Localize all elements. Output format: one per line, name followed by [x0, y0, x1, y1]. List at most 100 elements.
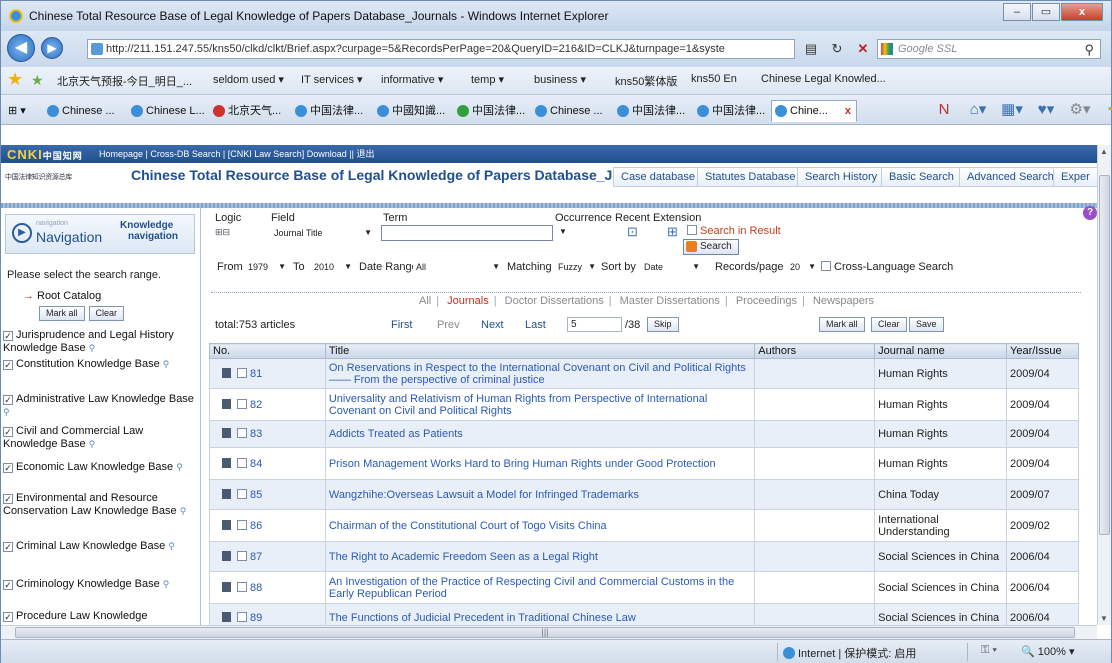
fav-item[interactable]: Chinese Legal Knowled... — [761, 73, 886, 85]
search-icon[interactable]: ⚲ — [3, 407, 10, 417]
sidebar-item-civil-commercial[interactable]: ✓ Civil and Commercial Law Knowledge Base… — [3, 425, 197, 451]
scroll-thumb[interactable] — [1099, 175, 1110, 535]
help-icon[interactable]: ✚ — [1101, 98, 1112, 122]
article-link[interactable]: An Investigation of the Practice of Resp… — [329, 576, 734, 600]
document-icon[interactable] — [222, 398, 231, 409]
tab[interactable]: 中国法律... — [693, 100, 766, 122]
fav-item[interactable]: IT services ▾ — [301, 73, 363, 86]
hscroll-thumb[interactable]: ||| — [15, 627, 1075, 638]
skip-button[interactable]: Skip — [647, 317, 679, 332]
sidebar-item-administrative[interactable]: ✓ Administrative Law Knowledge Base ⚲ — [3, 393, 197, 419]
checkbox[interactable] — [237, 398, 247, 409]
tab-expert-search[interactable]: Exper — [1053, 167, 1097, 187]
refresh-icon[interactable]: ↻ — [827, 39, 847, 59]
cat-all[interactable]: All — [419, 295, 431, 307]
next-link[interactable]: Next — [481, 319, 504, 331]
occurrence-select[interactable]: ▼ — [559, 227, 567, 236]
checkbox[interactable]: ✓ — [3, 612, 13, 622]
back-button[interactable]: ◀ — [7, 34, 35, 62]
to-year-select[interactable]: 2010 ▼ — [311, 260, 355, 276]
address-bar[interactable]: http://211.151.247.55/kns50/clkd/clkt/Br… — [87, 39, 795, 59]
tab[interactable]: Chinese ... — [43, 100, 116, 122]
tab[interactable]: Chinese L... — [127, 100, 206, 122]
add-remove-row-icon[interactable]: ⊞⊟ — [215, 227, 230, 238]
tab-search-history[interactable]: Search History — [797, 167, 886, 187]
article-link[interactable]: Chairman of the Constitutional Court of … — [329, 520, 607, 532]
favorites-star-icon[interactable]: ★ — [7, 69, 23, 90]
close-button[interactable]: x — [1061, 3, 1103, 21]
tab-active[interactable]: Chine... x — [771, 100, 857, 122]
article-link[interactable]: Prison Management Works Hard to Bring Hu… — [329, 458, 716, 470]
scroll-up-icon[interactable]: ▲ — [1100, 147, 1108, 156]
save-button[interactable]: Save — [909, 317, 944, 332]
tab[interactable]: 北京天气... — [209, 100, 282, 122]
restore-button[interactable]: ▭ — [1032, 3, 1060, 21]
tools-gear-icon[interactable]: ⚙▾ — [1067, 98, 1093, 122]
forward-button[interactable]: ▶ — [41, 37, 63, 59]
prev-link[interactable]: Prev — [437, 319, 460, 331]
search-icon[interactable]: ⚲ — [163, 579, 170, 589]
cross-language-search[interactable]: Cross-Language Search — [821, 261, 953, 273]
checkbox[interactable] — [821, 261, 831, 271]
from-year-select[interactable]: 1979 ▼ — [245, 260, 289, 276]
document-icon[interactable] — [222, 488, 231, 499]
checkbox[interactable] — [237, 581, 247, 592]
checkbox[interactable]: ✓ — [3, 463, 13, 473]
navigation-box[interactable]: ▶ navigation Navigation Knowledge navigat… — [5, 214, 195, 254]
tab-statutes-database[interactable]: Statutes Database — [697, 167, 804, 187]
tab[interactable]: 中國知識... — [373, 100, 446, 122]
sidebar-item-criminology[interactable]: ✓ Criminology Knowledge Base ⚲ — [3, 578, 197, 591]
knowledge-navigation-label[interactable]: Knowledge navigation — [120, 220, 178, 242]
fav-item[interactable]: informative ▾ — [381, 73, 443, 86]
fav-item[interactable]: business ▾ — [534, 73, 586, 86]
cat-newspapers[interactable]: Newspapers — [813, 295, 874, 307]
checkbox[interactable] — [237, 550, 247, 561]
checkbox[interactable] — [237, 519, 247, 530]
help-question-icon[interactable]: ? — [1083, 206, 1097, 220]
checkbox[interactable] — [237, 611, 247, 622]
sidebar-item-economic[interactable]: ✓ Economic Law Knowledge Base ⚲ — [3, 461, 197, 474]
checkbox[interactable]: ✓ — [3, 580, 13, 590]
fav-item[interactable]: kns50 En — [691, 73, 737, 85]
article-link[interactable]: The Right to Academic Freedom Seen as a … — [329, 551, 598, 563]
document-icon[interactable] — [222, 367, 231, 378]
close-tab-icon[interactable]: x — [845, 101, 851, 121]
article-link[interactable]: On Reservations in Respect to the Intern… — [329, 362, 746, 386]
search-icon[interactable]: ⚲ — [163, 359, 170, 369]
recent-terms-icon[interactable]: ⊡ — [627, 224, 638, 240]
security-zone[interactable]: Internet | 保护模式: 启用 — [783, 645, 916, 661]
sidebar-item-jurisprudence[interactable]: ✓ Jurisprudence and Legal History Knowled… — [3, 329, 197, 355]
search-icon[interactable]: ⚲ — [180, 506, 187, 516]
site-nav-links[interactable]: Homepage | Cross-DB Search | [CNKI Law S… — [99, 145, 374, 163]
cat-doctor-dissertations[interactable]: Doctor Dissertations — [505, 295, 604, 307]
quick-tabs-icon[interactable]: ⊞ ▾ — [3, 100, 27, 122]
sidebar-item-environmental[interactable]: ✓ Environmental and Resource Conservation… — [3, 492, 197, 518]
document-icon[interactable] — [222, 519, 231, 530]
sidebar-mark-all-button[interactable]: Mark all — [39, 306, 85, 321]
search-icon[interactable]: ⚲ — [1084, 41, 1094, 59]
article-link[interactable]: The Functions of Judicial Precedent in T… — [329, 612, 636, 624]
tab-case-database[interactable]: Case database — [613, 167, 703, 187]
cat-master-dissertations[interactable]: Master Dissertations — [620, 295, 720, 307]
search-icon[interactable]: ⚲ — [89, 439, 96, 449]
sidebar-clear-button[interactable]: Clear — [88, 306, 125, 321]
mark-all-button[interactable]: Mark all — [819, 317, 865, 332]
checkbox[interactable]: ✓ — [3, 360, 13, 370]
checkbox[interactable] — [687, 225, 697, 235]
tab[interactable]: Chinese ... — [531, 100, 604, 122]
add-favorite-icon[interactable]: ★ — [31, 72, 44, 89]
n-icon[interactable]: N — [931, 98, 957, 122]
field-select[interactable]: Journal Title ▼ — [271, 226, 375, 242]
search-button[interactable]: Search — [683, 239, 739, 255]
fav-item[interactable]: temp ▾ — [471, 73, 504, 86]
tab-basic-search[interactable]: Basic Search — [881, 167, 962, 187]
checkbox[interactable] — [237, 428, 247, 438]
article-link[interactable]: Wangzhihe:Overseas Lawsuit a Model for I… — [329, 489, 639, 501]
article-link[interactable]: Universality and Relativism of Human Rig… — [329, 393, 707, 417]
search-icon[interactable]: ⚲ — [168, 541, 175, 551]
search-in-result[interactable]: Search in Result — [687, 225, 781, 237]
search-icon[interactable]: ⚲ — [89, 343, 96, 353]
sidebar-item-constitution[interactable]: ✓ Constitution Knowledge Base ⚲ — [3, 358, 197, 371]
sidebar-item-criminal-law[interactable]: ✓ Criminal Law Knowledge Base ⚲ — [3, 540, 197, 553]
checkbox[interactable] — [237, 457, 247, 468]
